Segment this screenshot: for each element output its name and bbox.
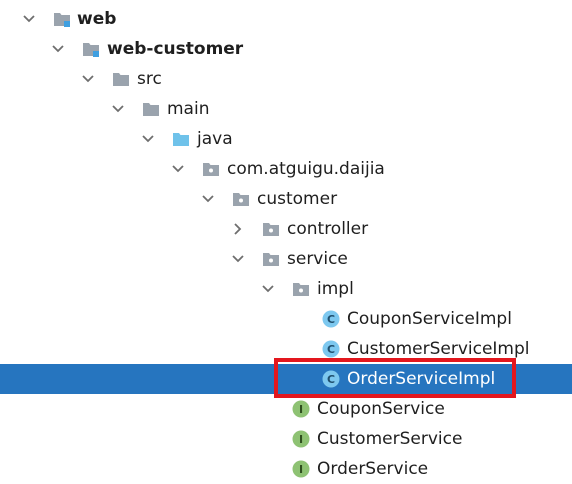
module-folder-icon (82, 40, 100, 58)
chevron-down-icon[interactable] (141, 132, 155, 146)
tree-node-label: CouponServiceImpl (347, 309, 512, 329)
tree-node-coupon-service[interactable]: I CouponService (0, 394, 572, 424)
tree-node-label: main (167, 99, 210, 119)
tree-node-label: java (197, 129, 233, 149)
chevron-down-icon[interactable] (111, 102, 125, 116)
tree-node-com-atguigu-daijia[interactable]: com.atguigu.daijia (0, 154, 572, 184)
svg-text:C: C (327, 343, 335, 356)
tree-node-label: controller (287, 219, 369, 239)
tree-node-label: customer (257, 189, 338, 209)
tree-node-label: com.atguigu.daijia (227, 159, 385, 179)
tree-node-service[interactable]: service (0, 244, 572, 274)
chevron-right-icon[interactable] (231, 222, 245, 236)
svg-text:I: I (299, 403, 303, 416)
tree-node-main[interactable]: main (0, 94, 572, 124)
tree-node-web[interactable]: web (0, 4, 572, 34)
package-icon (232, 190, 250, 208)
chevron-down-icon[interactable] (51, 42, 65, 56)
package-icon (202, 160, 220, 178)
highlight-annotation-box (274, 358, 516, 398)
tree-node-label: web-customer (107, 39, 244, 59)
svg-text:C: C (327, 313, 335, 326)
tree-node-src[interactable]: src (0, 64, 572, 94)
chevron-down-icon[interactable] (171, 162, 185, 176)
tree-node-label: src (137, 69, 162, 89)
tree-node-label: web (77, 9, 117, 29)
chevron-down-icon[interactable] (201, 192, 215, 206)
package-icon (292, 280, 310, 298)
java-class-icon: C (322, 310, 340, 328)
java-interface-icon: I (292, 430, 310, 448)
tree-node-java[interactable]: java (0, 124, 572, 154)
tree-node-label: service (287, 249, 348, 269)
tree-node-label: CouponService (317, 399, 445, 419)
java-interface-icon: I (292, 460, 310, 478)
package-icon (262, 250, 280, 268)
tree-node-web-customer[interactable]: web-customer (0, 34, 572, 64)
chevron-down-icon[interactable] (22, 12, 36, 26)
tree-node-label: impl (317, 279, 354, 299)
tree-node-order-service[interactable]: I OrderService (0, 454, 572, 484)
java-interface-icon: I (292, 400, 310, 418)
chevron-down-icon[interactable] (231, 252, 245, 266)
chevron-down-icon[interactable] (261, 282, 275, 296)
tree-node-customer-service[interactable]: I CustomerService (0, 424, 572, 454)
java-class-icon: C (322, 340, 340, 358)
tree-node-impl[interactable]: impl (0, 274, 572, 304)
svg-text:I: I (299, 433, 303, 446)
tree-node-coupon-service-impl[interactable]: C CouponServiceImpl (0, 304, 572, 334)
project-tree: web web-customer src main java com.atgui… (0, 0, 572, 479)
folder-icon (142, 100, 160, 118)
folder-icon (112, 70, 130, 88)
tree-node-label: OrderService (317, 459, 429, 479)
source-root-folder-icon (172, 130, 190, 148)
tree-node-label: CustomerServiceImpl (347, 339, 530, 359)
chevron-down-icon[interactable] (81, 72, 95, 86)
package-icon (262, 220, 280, 238)
tree-node-controller[interactable]: controller (0, 214, 572, 244)
svg-text:I: I (299, 463, 303, 476)
module-folder-icon (53, 10, 71, 28)
tree-node-label: CustomerService (317, 429, 463, 449)
tree-node-customer[interactable]: customer (0, 184, 572, 214)
